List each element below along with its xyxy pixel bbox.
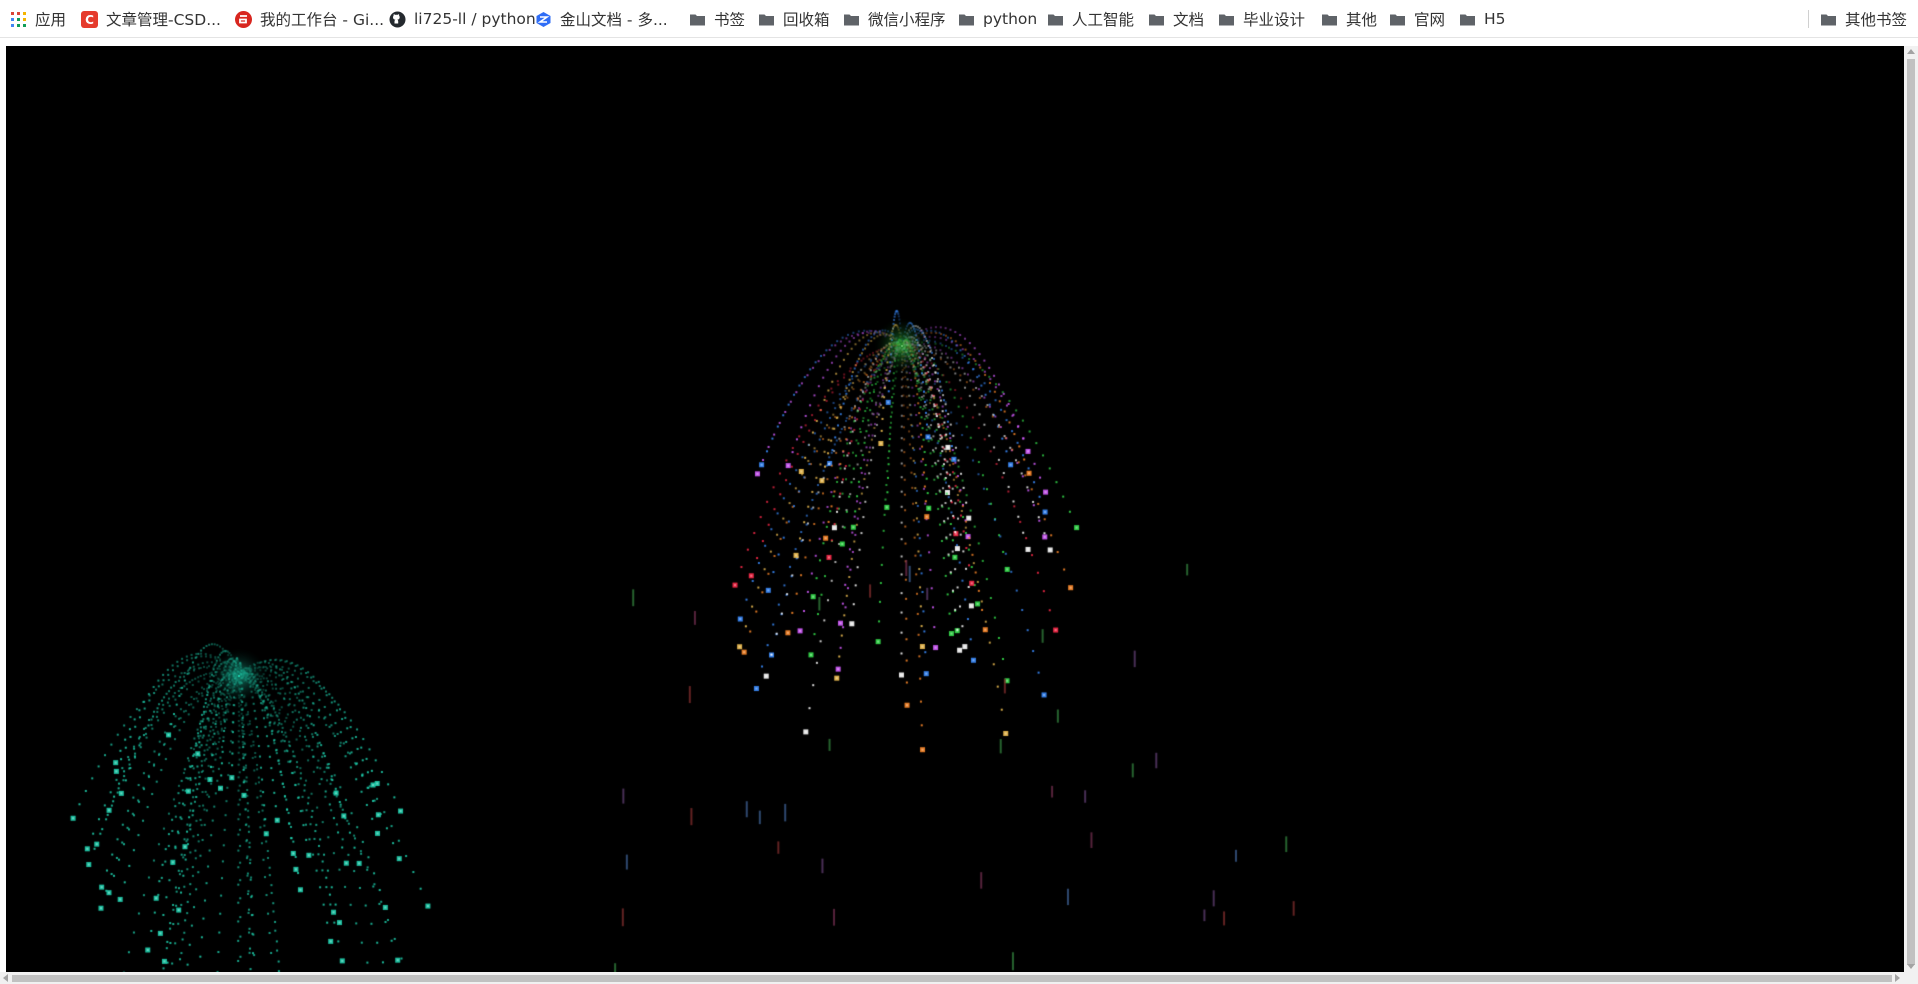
folder-label: H5 (1484, 10, 1506, 28)
gitee-icon (235, 10, 252, 28)
bookmark-label: 文章管理-CSD... (106, 11, 221, 29)
folder-label: python (983, 10, 1038, 28)
apps-shortcut[interactable]: 应用 (10, 7, 66, 31)
folder-icon (958, 11, 975, 28)
folder-python[interactable]: python (958, 7, 1037, 31)
scroll-down-arrow-icon[interactable] (1907, 964, 1915, 969)
folder-icon (1148, 11, 1165, 28)
fireworks-canvas[interactable] (6, 46, 1904, 972)
folder-icon (1389, 11, 1406, 28)
bookmark-label: 我的工作台 - Gi... (260, 11, 385, 29)
folder-icon (1047, 11, 1064, 28)
apps-grid-icon (10, 11, 27, 28)
github-icon (389, 11, 406, 28)
folder-icon (1820, 11, 1837, 28)
bookmarks-bar: 应用 C 文章管理-CSD... 我的工作台 - Gi... li725-ll … (0, 0, 1918, 38)
horizontal-scroll-thumb[interactable] (12, 975, 1892, 982)
bookmarks-separator (1808, 10, 1809, 28)
bookmark-github[interactable]: li725-ll / python (389, 7, 536, 31)
folder-label: 回收箱 (783, 11, 830, 29)
csdn-icon: C (81, 10, 98, 28)
folder-label: 书签 (714, 11, 746, 29)
folder-documents[interactable]: 文档 (1148, 7, 1204, 31)
folder-official-site[interactable]: 官网 (1389, 7, 1445, 31)
folder-label: 毕业设计 (1243, 11, 1306, 29)
folder-icon (758, 11, 775, 28)
folder-wechat-miniprogram[interactable]: 微信小程序 (843, 7, 946, 31)
kdocs-icon (535, 11, 552, 28)
folder-bookmarks[interactable]: 书签 (689, 7, 745, 31)
folder-label: 人工智能 (1072, 11, 1135, 29)
folder-label: 官网 (1414, 11, 1446, 29)
folder-icon (689, 11, 706, 28)
bookmark-csdn[interactable]: C 文章管理-CSD... (81, 7, 221, 31)
folder-icon (843, 11, 860, 28)
folder-label: 其他 (1346, 11, 1378, 29)
folder-label: 微信小程序 (868, 11, 946, 29)
vertical-scroll-thumb[interactable] (1907, 59, 1915, 965)
apps-label: 应用 (35, 11, 67, 29)
folder-label: 文档 (1173, 11, 1205, 29)
other-bookmarks-folder[interactable]: 其他书签 (1820, 7, 1907, 31)
folder-graduation-project[interactable]: 毕业设计 (1218, 7, 1305, 31)
bookmark-label: li725-ll / python (414, 10, 536, 28)
folder-other[interactable]: 其他 (1321, 7, 1377, 31)
folder-icon (1321, 11, 1338, 28)
svg-text:C: C (85, 13, 94, 27)
page-viewport[interactable] (6, 46, 1904, 972)
scroll-left-arrow-icon[interactable] (3, 974, 8, 982)
scroll-right-arrow-icon[interactable] (1895, 974, 1900, 982)
folder-h5[interactable]: H5 (1459, 7, 1506, 31)
folder-icon (1459, 11, 1476, 28)
folder-icon (1218, 11, 1235, 28)
bookmark-gitee[interactable]: 我的工作台 - Gi... (235, 7, 384, 31)
other-bookmarks-label: 其他书签 (1845, 11, 1908, 29)
horizontal-scrollbar[interactable] (0, 972, 1918, 984)
bookmark-label: 金山文档 - 多... (560, 11, 668, 29)
vertical-scrollbar[interactable] (1904, 46, 1918, 972)
folder-ai[interactable]: 人工智能 (1047, 7, 1134, 31)
scroll-up-arrow-icon[interactable] (1907, 49, 1915, 54)
folder-recycle-bin[interactable]: 回收箱 (758, 7, 830, 31)
bookmark-kdocs[interactable]: 金山文档 - 多... (535, 7, 668, 31)
